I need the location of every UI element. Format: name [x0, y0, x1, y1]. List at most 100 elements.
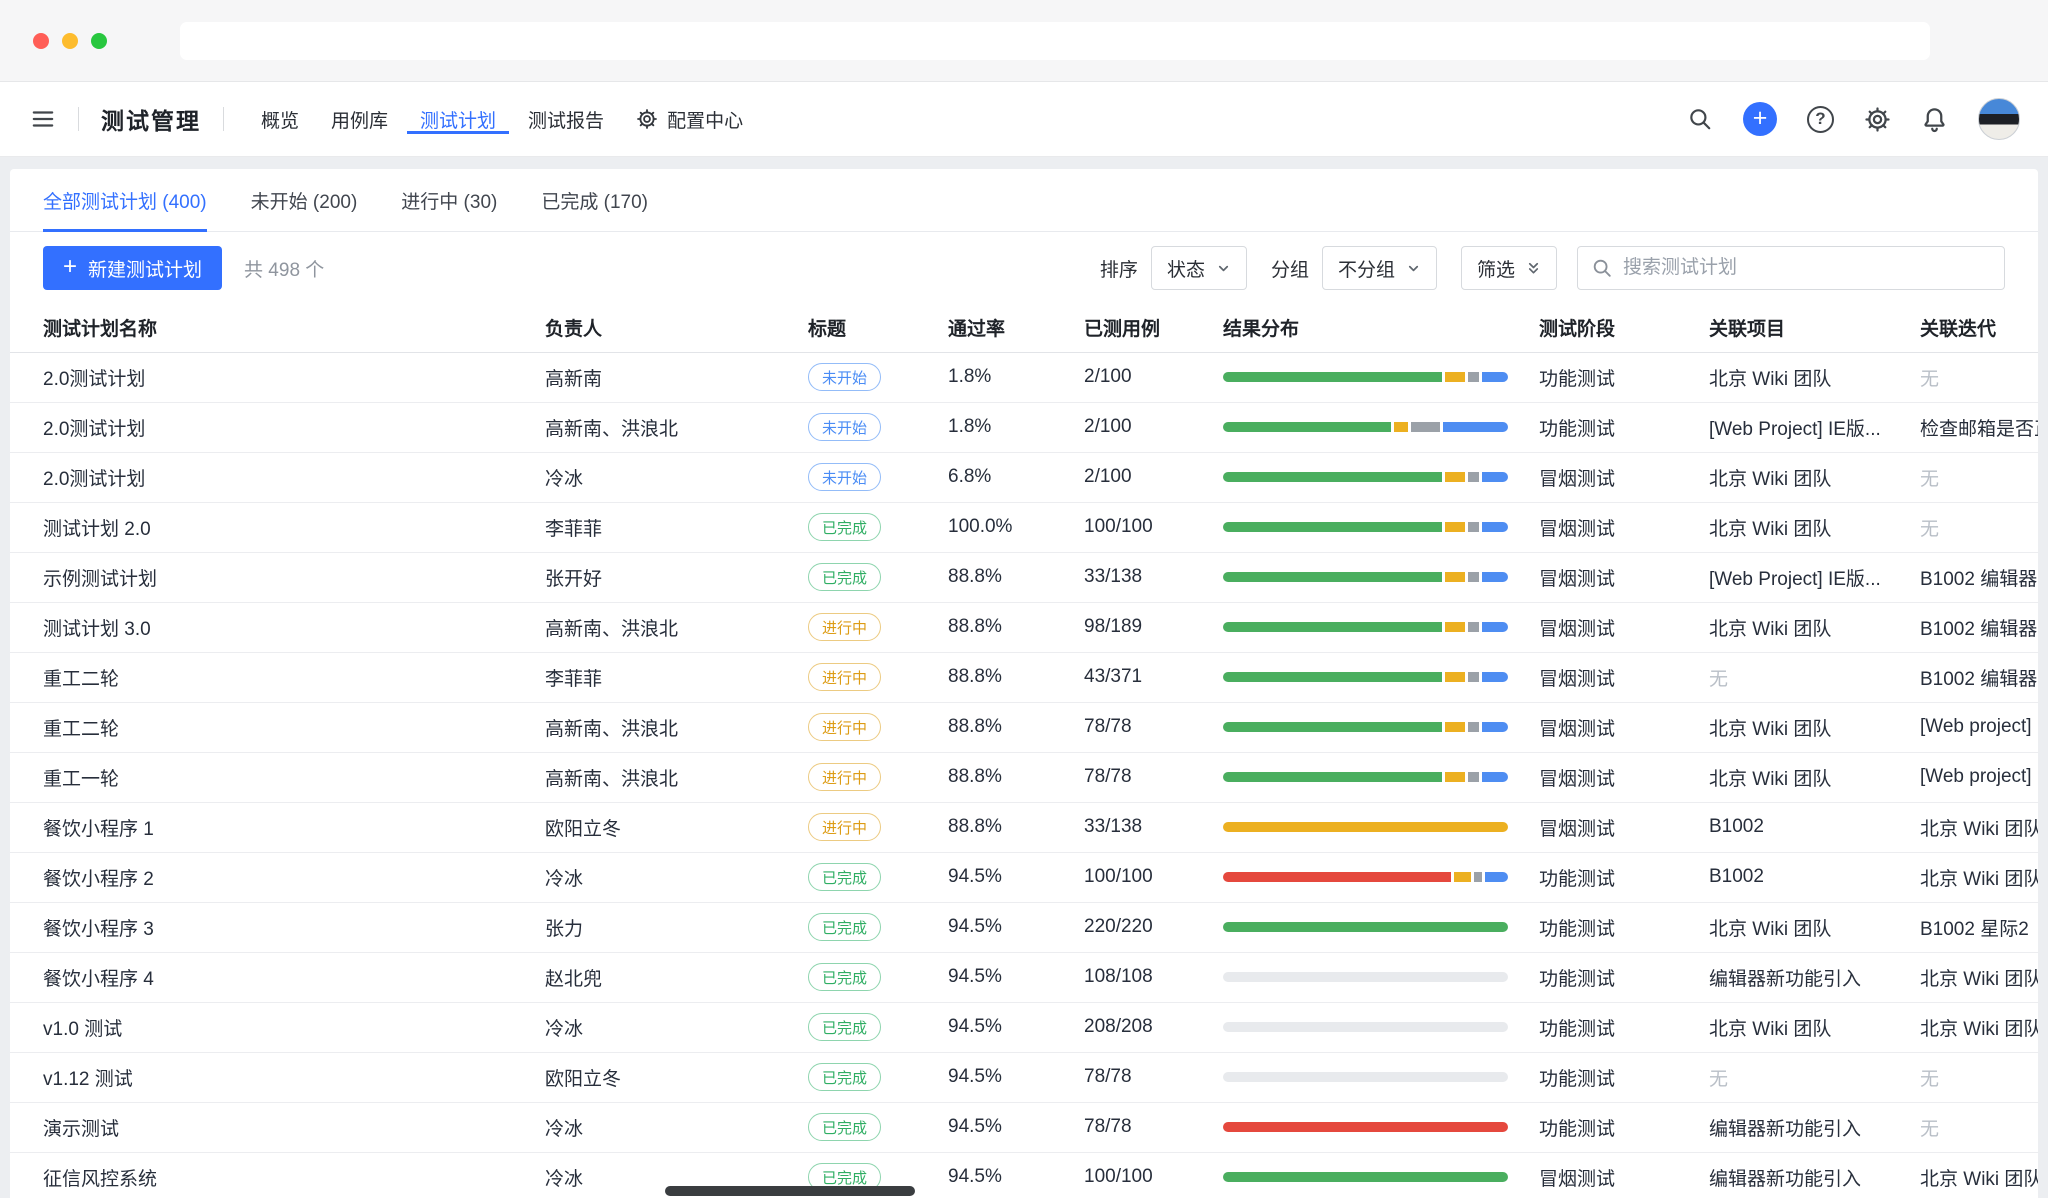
tab-completed[interactable]: 已完成 (170) — [541, 169, 648, 231]
close-window-button[interactable] — [33, 33, 49, 49]
table-row[interactable]: 2.0测试计划高新南未开始1.8%2/100功能测试北京 Wiki 团队无 — [10, 352, 2038, 402]
create-new-button[interactable]: + — [1743, 102, 1777, 136]
tab-in-progress[interactable]: 进行中 (30) — [401, 169, 497, 231]
owner: 冷冰 — [545, 852, 808, 902]
result-distribution-bar — [1223, 772, 1508, 782]
table-row[interactable]: 2.0测试计划高新南、洪浪北未开始1.8%2/100功能测试[Web Proje… — [10, 402, 2038, 452]
zoom-window-button[interactable] — [91, 33, 107, 49]
status-cell: 进行中 — [808, 652, 948, 702]
test-stage: 冒烟测试 — [1539, 752, 1709, 802]
table-row[interactable]: 重工二轮李菲菲进行中88.8%43/371冒烟测试无B1002 编辑器 — [10, 652, 2038, 702]
table-row[interactable]: v1.0 测试冷冰已完成94.5%208/208功能测试北京 Wiki 团队北京… — [10, 1002, 2038, 1052]
table-row[interactable]: 餐饮小程序 1欧阳立冬进行中88.8%33/138冒烟测试B1002北京 Wik… — [10, 802, 2038, 852]
status-cell: 进行中 — [808, 802, 948, 852]
bar-segment-green — [1223, 722, 1442, 732]
bar-segment-gray — [1468, 372, 1479, 382]
test-stage: 冒烟测试 — [1539, 552, 1709, 602]
result-distribution-bar — [1223, 1072, 1508, 1082]
tab-all-plans[interactable]: 全部测试计划 (400) — [43, 169, 207, 231]
owner: 李菲菲 — [545, 652, 808, 702]
table-row[interactable]: 2.0测试计划冷冰未开始6.8%2/100冒烟测试北京 Wiki 团队无 — [10, 452, 2038, 502]
table-row[interactable]: 餐饮小程序 3张力已完成94.5%220/220功能测试北京 Wiki 团队B1… — [10, 902, 2038, 952]
nav-item-case-library[interactable]: 用例库 — [316, 106, 403, 133]
table-row[interactable]: 重工二轮高新南、洪浪北进行中88.8%78/78冒烟测试北京 Wiki 团队[W… — [10, 702, 2038, 752]
result-distribution-cell — [1223, 902, 1539, 952]
table-row[interactable]: 测试计划 3.0高新南、洪浪北进行中88.8%98/189冒烟测试北京 Wiki… — [10, 602, 2038, 652]
owner: 高新南、洪浪北 — [545, 752, 808, 802]
search-input[interactable] — [1623, 257, 1991, 279]
nav-item-label: 测试报告 — [528, 106, 604, 133]
related-iteration: B1002 星际2 — [1920, 902, 2038, 952]
tested-cases: 98/189 — [1084, 602, 1223, 652]
settings-gear-icon[interactable] — [1864, 106, 1891, 133]
plan-name: 餐饮小程序 4 — [10, 952, 545, 1002]
table-row[interactable]: 重工一轮高新南、洪浪北进行中88.8%78/78冒烟测试北京 Wiki 团队[W… — [10, 752, 2038, 802]
table-row[interactable]: 测试计划 2.0李菲菲已完成100.0%100/100冒烟测试北京 Wiki 团… — [10, 502, 2038, 552]
table-row[interactable]: 演示测试冷冰已完成94.5%78/78功能测试编辑器新功能引入无 — [10, 1102, 2038, 1152]
new-test-plan-button[interactable]: + 新建测试计划 — [43, 246, 222, 290]
tested-cases: 78/78 — [1084, 752, 1223, 802]
col-header-result-distribution: 结果分布 — [1223, 304, 1539, 352]
related-project: [Web Project] IE版... — [1709, 402, 1920, 452]
horizontal-scrollbar-thumb[interactable] — [665, 1186, 915, 1196]
status-cell: 未开始 — [808, 452, 948, 502]
nav-item-config-center[interactable]: 配置中心 — [621, 106, 758, 133]
related-project: 北京 Wiki 团队 — [1709, 502, 1920, 552]
related-project: 北京 Wiki 团队 — [1709, 352, 1920, 402]
bar-segment-green — [1223, 922, 1508, 932]
pass-rate: 1.8% — [948, 352, 1084, 402]
user-avatar[interactable] — [1978, 98, 2020, 140]
table-row[interactable]: v1.12 测试欧阳立冬已完成94.5%78/78功能测试无无 — [10, 1052, 2038, 1102]
filter-button[interactable]: 筛选 — [1461, 246, 1557, 290]
url-bar[interactable] — [180, 22, 1930, 60]
group-select[interactable]: 不分组 — [1322, 246, 1437, 290]
status-cell: 已完成 — [808, 552, 948, 602]
tested-cases: 2/100 — [1084, 352, 1223, 402]
search-icon[interactable] — [1687, 106, 1713, 132]
related-project: [Web Project] IE版... — [1709, 552, 1920, 602]
bar-segment-gray — [1468, 772, 1479, 782]
hamburger-menu-icon[interactable] — [30, 106, 56, 132]
related-iteration: 无 — [1920, 452, 2038, 502]
tab-label: 进行中 (30) — [401, 187, 497, 214]
plan-name: 测试计划 2.0 — [10, 502, 545, 552]
bar-segment-blue — [1482, 672, 1508, 682]
bar-segment-red — [1223, 1122, 1508, 1132]
related-project: 北京 Wiki 团队 — [1709, 902, 1920, 952]
minimize-window-button[interactable] — [62, 33, 78, 49]
tab-not-started[interactable]: 未开始 (200) — [251, 169, 358, 231]
bar-segment-gray — [1411, 422, 1439, 432]
owner: 张开好 — [545, 552, 808, 602]
nav-item-overview[interactable]: 概览 — [246, 106, 314, 133]
table-row[interactable]: 餐饮小程序 2冷冰已完成94.5%100/100功能测试B1002北京 Wiki… — [10, 852, 2038, 902]
test-stage: 冒烟测试 — [1539, 802, 1709, 852]
sort-select[interactable]: 状态 — [1151, 246, 1247, 290]
bar-segment-red — [1223, 872, 1451, 882]
pass-rate: 88.8% — [948, 652, 1084, 702]
bar-segment-yellow — [1445, 572, 1465, 582]
bar-segment-blue — [1482, 772, 1508, 782]
status-badge: 已完成 — [808, 1013, 881, 1041]
plan-name: 重工二轮 — [10, 652, 545, 702]
bar-segment-yellow — [1223, 822, 1508, 832]
result-distribution-cell — [1223, 652, 1539, 702]
notification-bell-icon[interactable] — [1921, 106, 1948, 133]
status-badge: 未开始 — [808, 363, 881, 391]
col-header-test-stage: 测试阶段 — [1539, 304, 1709, 352]
related-iteration: [Web project] — [1920, 752, 2038, 802]
help-icon[interactable]: ? — [1807, 106, 1834, 133]
bar-segment-yellow — [1445, 372, 1465, 382]
top-nav: 测试管理 概览 用例库 测试计划 测试报告 配置中心 — [0, 82, 2048, 157]
table-row[interactable]: 餐饮小程序 4赵北兜已完成94.5%108/108功能测试编辑器新功能引入北京 … — [10, 952, 2038, 1002]
pass-rate: 94.5% — [948, 902, 1084, 952]
owner: 高新南、洪浪北 — [545, 402, 808, 452]
table-row[interactable]: 示例测试计划张开好已完成88.8%33/138冒烟测试[Web Project]… — [10, 552, 2038, 602]
nav-item-test-plan[interactable]: 测试计划 — [405, 106, 511, 133]
nav-item-test-report[interactable]: 测试报告 — [513, 106, 619, 133]
total-count: 共 498 个 — [244, 255, 324, 282]
plan-name: 演示测试 — [10, 1102, 545, 1152]
tested-cases: 208/208 — [1084, 1002, 1223, 1052]
tested-cases: 100/100 — [1084, 852, 1223, 902]
plan-name: 餐饮小程序 2 — [10, 852, 545, 902]
table-row[interactable]: 征信风控系统冷冰已完成94.5%100/100冒烟测试编辑器新功能引入北京 Wi… — [10, 1152, 2038, 1198]
